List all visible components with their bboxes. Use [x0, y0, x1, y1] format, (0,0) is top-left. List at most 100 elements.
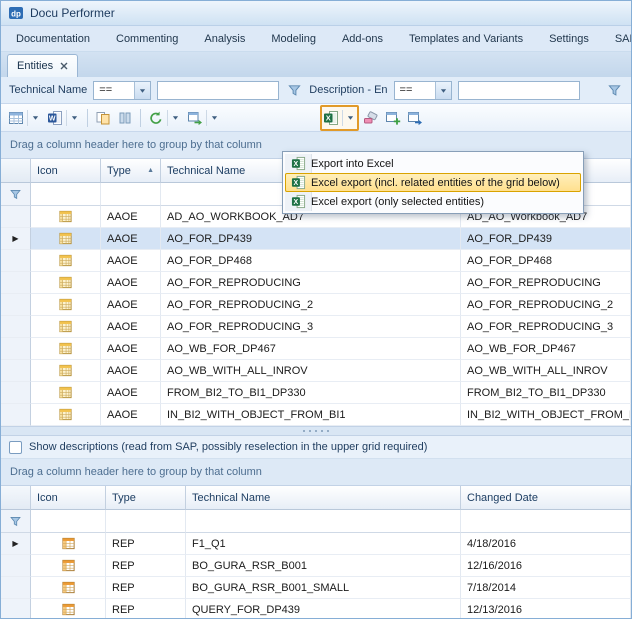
cell-type: AAOE — [101, 228, 161, 250]
cell-technical-name: AO_FOR_DP468 — [161, 250, 461, 272]
filter-cell[interactable] — [31, 510, 106, 533]
menu-item-sap-i[interactable]: SAP I — [602, 29, 631, 49]
report-icon — [61, 536, 76, 551]
menu-item-excel-export-incl-related-entities-of-the-grid-below-[interactable]: XExcel export (incl. related entities of… — [285, 173, 581, 192]
cell-type: AAOE — [101, 294, 161, 316]
chevron-down-icon — [27, 110, 41, 126]
menu-item-analysis[interactable]: Analysis — [191, 29, 258, 49]
show-descriptions-checkbox[interactable] — [9, 441, 22, 454]
close-icon[interactable] — [60, 62, 68, 70]
table-row[interactable]: AAOEAO_FOR_REPRODUCING_3AO_FOR_REPRODUCI… — [1, 316, 631, 338]
grid-document-icon — [8, 110, 24, 126]
row-icon-cell — [31, 206, 101, 228]
chevron-down-icon[interactable] — [435, 82, 451, 99]
tab-entities[interactable]: Entities — [7, 54, 78, 77]
description-operator-select[interactable]: == — [394, 81, 452, 100]
column-header-label: Icon — [37, 165, 58, 177]
cell-description: AO_WB_WITH_ALL_INROV — [461, 360, 631, 382]
grid-splitter[interactable] — [1, 426, 631, 436]
svg-text:X: X — [293, 161, 298, 168]
cell-description: AO_WB_FOR_DP467 — [461, 338, 631, 360]
menu-item-add-ons[interactable]: Add-ons — [329, 29, 396, 49]
table-add-button[interactable] — [383, 106, 403, 130]
menu-item-modeling[interactable]: Modeling — [258, 29, 329, 49]
technical-name-operator-select[interactable]: == — [93, 81, 151, 100]
title-bar: dp Docu Performer — [1, 1, 631, 26]
filter-funnel-icon[interactable] — [285, 81, 303, 99]
excel-export-button[interactable]: X — [320, 105, 359, 131]
table-row[interactable]: REPBO_GURA_RSR_B00112/16/2016 — [1, 555, 631, 577]
column-header-icon[interactable]: Icon — [31, 159, 101, 183]
technical-name-filter-input[interactable] — [157, 81, 279, 100]
filter-cell[interactable] — [101, 183, 161, 206]
refresh-icon — [148, 110, 164, 126]
row-indicator — [1, 577, 31, 599]
table-add-icon — [385, 110, 401, 126]
column-header-changed-date[interactable]: Changed Date — [461, 486, 631, 510]
menu-item-settings[interactable]: Settings — [536, 29, 602, 49]
filter-cell[interactable] — [31, 183, 101, 206]
grid-document-button[interactable] — [6, 106, 43, 130]
svg-text:dp: dp — [11, 10, 21, 19]
filter-cell[interactable] — [106, 510, 186, 533]
compare-documents-button[interactable] — [93, 106, 113, 130]
column-header-icon[interactable]: Icon — [31, 486, 106, 510]
report-icon — [61, 580, 76, 595]
menu-item-export-into-excel[interactable]: XExport into Excel — [285, 154, 581, 173]
row-icon-cell — [31, 533, 106, 555]
table-row[interactable]: AAOEAO_WB_WITH_ALL_INROVAO_WB_WITH_ALL_I… — [1, 360, 631, 382]
menu-item-documentation[interactable]: Documentation — [3, 29, 103, 49]
workbook-icon — [58, 341, 73, 356]
toolbar: WX — [1, 104, 631, 132]
refresh-button[interactable] — [146, 106, 183, 130]
cell-description: AO_FOR_DP468 — [461, 250, 631, 272]
columns-button[interactable] — [115, 106, 135, 130]
menu-item-templates-and-variants[interactable]: Templates and Variants — [396, 29, 536, 49]
current-row-icon: ▶ — [12, 540, 18, 548]
menu-item-label: Excel export (incl. related entities of … — [311, 177, 560, 189]
column-header-type[interactable]: Type▲ — [101, 159, 161, 183]
cell-technical-name: QUERY_FOR_DP439 — [186, 599, 461, 619]
table-row[interactable]: AAOEIN_BI2_WITH_OBJECT_FROM_BI1IN_BI2_WI… — [1, 404, 631, 426]
row-icon-cell — [31, 404, 101, 426]
tab-label: Entities — [17, 60, 53, 72]
menu-bar: DocumentationCommentingAnalysisModelingA… — [1, 26, 631, 52]
table-row[interactable]: AAOEAO_FOR_REPRODUCINGAO_FOR_REPRODUCING — [1, 272, 631, 294]
menu-item-excel-export-only-selected-entities-[interactable]: XExcel export (only selected entities) — [285, 192, 581, 211]
chevron-down-icon — [342, 110, 356, 126]
table-row[interactable]: REPQUERY_FOR_DP43912/13/2016 — [1, 599, 631, 619]
word-document-button[interactable]: W — [45, 106, 82, 130]
column-header-technical-name[interactable]: Technical Name — [186, 486, 461, 510]
workbook-icon — [58, 275, 73, 290]
table-row[interactable]: AAOEAO_FOR_DP468AO_FOR_DP468 — [1, 250, 631, 272]
table-row[interactable]: AAOEFROM_BI2_TO_BI1_DP330FROM_BI2_TO_BI1… — [1, 382, 631, 404]
eraser-button[interactable] — [361, 106, 381, 130]
table-row[interactable]: ▶REPF1_Q14/18/2016 — [1, 533, 631, 555]
description-filter-input[interactable] — [458, 81, 580, 100]
table-row[interactable]: AAOEAO_WB_FOR_DP467AO_WB_FOR_DP467 — [1, 338, 631, 360]
workbook-icon — [58, 297, 73, 312]
filter-cell[interactable] — [186, 510, 461, 533]
filter-bar: Technical Name == Description - En == — [1, 77, 631, 104]
row-icon-cell — [31, 272, 101, 294]
cell-technical-name: IN_BI2_WITH_OBJECT_FROM_BI1 — [161, 404, 461, 426]
cell-type: AAOE — [101, 206, 161, 228]
column-header-label: Icon — [37, 492, 58, 504]
table-row[interactable]: REPBO_GURA_RSR_B001_SMALL7/18/2014 — [1, 577, 631, 599]
column-header-type[interactable]: Type — [106, 486, 186, 510]
cell-technical-name: AO_FOR_REPRODUCING_2 — [161, 294, 461, 316]
table-row[interactable]: ▶AAOEAO_FOR_DP439AO_FOR_DP439 — [1, 228, 631, 250]
filter-cell[interactable] — [461, 510, 631, 533]
table-row[interactable]: AAOEAO_FOR_REPRODUCING_2AO_FOR_REPRODUCI… — [1, 294, 631, 316]
chevron-down-icon[interactable] — [134, 82, 150, 99]
row-icon-cell — [31, 382, 101, 404]
menu-item-commenting[interactable]: Commenting — [103, 29, 191, 49]
filter-funnel-icon[interactable] — [605, 81, 623, 99]
cell-type: REP — [106, 599, 186, 619]
table-forward-button[interactable] — [405, 106, 425, 130]
table-link-button[interactable] — [185, 106, 222, 130]
tab-bar: Entities — [1, 52, 631, 77]
svg-text:X: X — [293, 199, 298, 206]
description-filter-label: Description - En — [309, 84, 387, 96]
row-indicator: ▶ — [1, 228, 31, 250]
